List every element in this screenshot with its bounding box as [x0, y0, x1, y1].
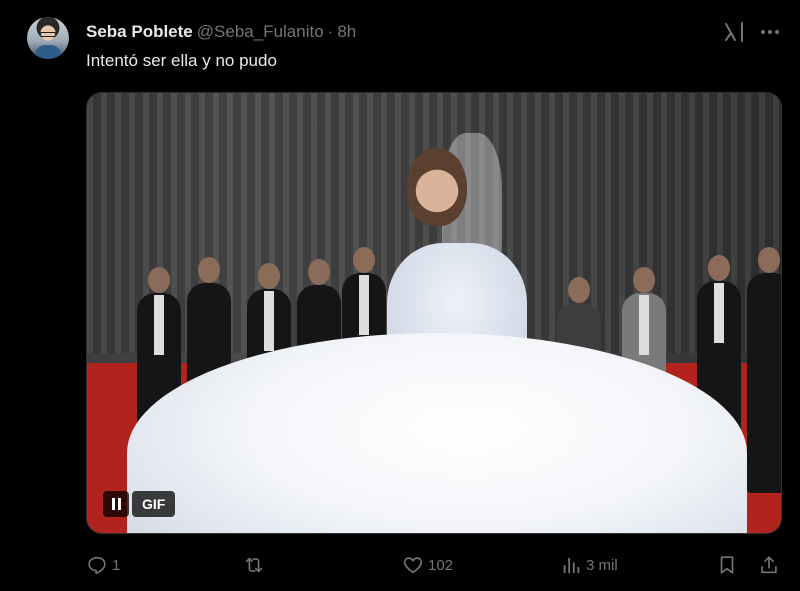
author-handle[interactable]: @Seba_Fulanito — [197, 22, 324, 42]
gif-badge: GIF — [132, 491, 176, 517]
tweet-media-gif[interactable]: GIF — [86, 92, 782, 534]
reply-icon — [88, 556, 106, 575]
retweet-button[interactable] — [243, 552, 269, 578]
gif-controls: GIF — [103, 491, 176, 517]
bookmark-icon — [720, 556, 734, 574]
more-icon[interactable] — [758, 20, 782, 44]
pause-icon[interactable] — [103, 491, 129, 517]
separator-dot: · — [327, 22, 334, 41]
avatar[interactable] — [27, 17, 69, 59]
like-count: 102 — [428, 556, 454, 574]
tweet-text: Intentó ser ella y no pudo — [86, 51, 277, 70]
views-button[interactable]: 3 mil — [560, 552, 618, 578]
avatar-shirt — [35, 45, 61, 59]
view-count: 3 mil — [586, 556, 618, 574]
share-button[interactable] — [758, 552, 780, 578]
bookmark-button[interactable] — [716, 552, 738, 578]
tweet-header: Seba Poblete @Seba_Fulanito · 8h — [86, 22, 356, 42]
grok-icon[interactable] — [722, 20, 746, 44]
tweet-actions: 1 102 3 mil — [86, 552, 786, 578]
subject-head — [407, 148, 467, 226]
share-icon — [761, 556, 777, 574]
like-button[interactable]: 102 — [402, 552, 453, 578]
heart-icon — [403, 557, 423, 574]
avatar-glasses — [40, 32, 56, 37]
views-icon — [563, 557, 580, 574]
author-name[interactable]: Seba Poblete — [86, 22, 193, 42]
reply-count: 1 — [112, 556, 121, 574]
reply-button[interactable]: 1 — [86, 552, 120, 578]
timestamp[interactable]: 8h — [337, 22, 356, 42]
retweet-icon — [245, 557, 263, 573]
crowd-person — [747, 247, 781, 493]
